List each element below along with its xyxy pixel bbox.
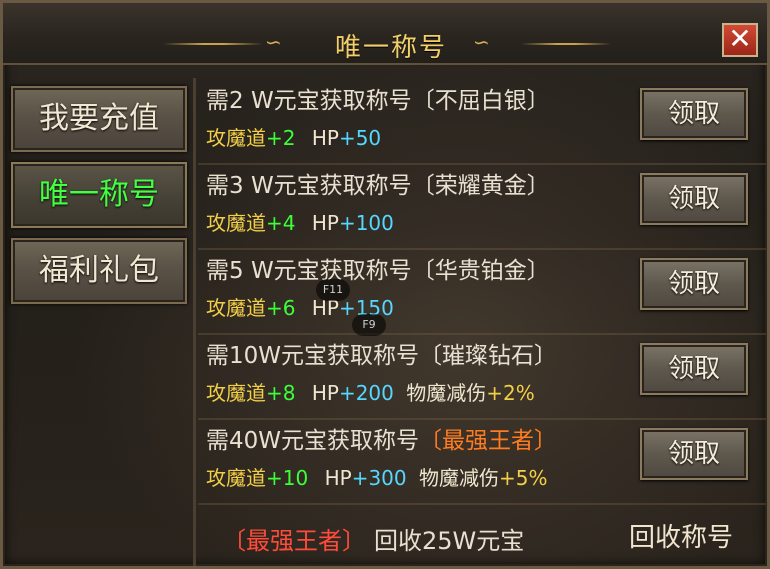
title-requirement: 需10W元宝获取称号〔璀璨钻石〕 bbox=[206, 339, 557, 373]
stat-value: +8 bbox=[266, 381, 296, 405]
dialog-title: 唯一称号 bbox=[334, 33, 447, 63]
sidebar-item-gift-pack[interactable]: 福利礼包 bbox=[11, 238, 187, 304]
title-stats: 攻魔道+2 HP+50 bbox=[206, 123, 381, 153]
stat-value: +4 bbox=[266, 211, 296, 235]
stat-name: 攻魔道 bbox=[206, 296, 266, 320]
hp-label: HP bbox=[324, 466, 352, 490]
stat-value: +10 bbox=[266, 466, 309, 490]
footer-recycle-text: 回收25W元宝 bbox=[374, 527, 525, 555]
title-decor-line-right bbox=[521, 43, 611, 45]
close-button[interactable]: ✕ bbox=[722, 23, 758, 57]
hp-label: HP bbox=[311, 211, 339, 235]
title-name: 〔荣耀黄金〕 bbox=[411, 173, 550, 199]
claim-button[interactable]: 领取 bbox=[640, 88, 748, 140]
extra-stat-name: 物魔减伤 bbox=[418, 466, 499, 490]
title-name: 〔华贵铂金〕 bbox=[411, 258, 550, 284]
requirement-text: 需40W元宝获取称号 bbox=[206, 428, 420, 454]
close-icon: ✕ bbox=[728, 22, 752, 55]
title-name: 〔不屈白银〕 bbox=[411, 88, 550, 114]
requirement-text: 需5 W元宝获取称号 bbox=[206, 258, 412, 284]
hp-label: HP bbox=[311, 381, 339, 405]
requirement-text: 需2 W元宝获取称号 bbox=[206, 88, 412, 114]
title-ornament-right: ∽ bbox=[473, 30, 490, 54]
title-requirement: 需2 W元宝获取称号〔不屈白银〕 bbox=[206, 84, 550, 118]
title-ornament-left: ∽ bbox=[265, 30, 282, 54]
title-row: 需2 W元宝获取称号〔不屈白银〕 攻魔道+2 HP+50 领取 bbox=[198, 78, 766, 165]
hp-value: +300 bbox=[351, 466, 407, 490]
title-row: 需10W元宝获取称号〔璀璨钻石〕 攻魔道+8 HP+200 物魔减伤+2% 领取 bbox=[198, 333, 766, 420]
footer-title-name: 〔最强王者〕 bbox=[222, 527, 366, 555]
stat-value: +2 bbox=[266, 126, 296, 150]
extra-stat-value: +2% bbox=[486, 381, 535, 405]
hotkey-hint-f11: F11 bbox=[316, 279, 350, 301]
claim-button[interactable]: 领取 bbox=[640, 173, 748, 225]
recycle-title-button[interactable]: 回收称号 bbox=[616, 515, 746, 561]
title-requirement: 需40W元宝获取称号〔最强王者〕 bbox=[206, 424, 557, 458]
hp-label: HP bbox=[311, 126, 339, 150]
title-name: 〔最强王者〕 bbox=[419, 428, 558, 454]
extra-stat-value: +5% bbox=[498, 466, 548, 490]
title-requirement: 需5 W元宝获取称号〔华贵铂金〕 bbox=[206, 254, 550, 288]
stat-name: 攻魔道 bbox=[206, 381, 266, 405]
stat-name: 攻魔道 bbox=[206, 466, 266, 490]
title-decor-line-left bbox=[163, 43, 263, 45]
claim-button[interactable]: 领取 bbox=[640, 258, 748, 310]
title-stats: 攻魔道+8 HP+200 物魔减伤+2% bbox=[206, 378, 535, 408]
title-row: 需3 W元宝获取称号〔荣耀黄金〕 攻魔道+4 HP+100 领取 bbox=[198, 163, 766, 250]
title-bar: ∽ 唯一称号 ∽ bbox=[3, 3, 767, 65]
stat-value: +6 bbox=[266, 296, 296, 320]
requirement-text: 需10W元宝获取称号 bbox=[206, 343, 420, 369]
title-stats: 攻魔道+10 HP+300 物魔减伤+5% bbox=[206, 463, 547, 493]
requirement-text: 需3 W元宝获取称号 bbox=[206, 173, 412, 199]
hp-value: +200 bbox=[338, 381, 394, 405]
title-requirement: 需3 W元宝获取称号〔荣耀黄金〕 bbox=[206, 169, 550, 203]
title-row: 需5 W元宝获取称号〔华贵铂金〕 攻魔道+6 HP+150 领取 bbox=[198, 248, 766, 335]
sidebar-item-recharge[interactable]: 我要充值 bbox=[11, 86, 187, 152]
title-row: 需40W元宝获取称号〔最强王者〕 攻魔道+10 HP+300 物魔减伤+5% 领… bbox=[198, 418, 766, 505]
stat-name: 攻魔道 bbox=[206, 211, 266, 235]
claim-button[interactable]: 领取 bbox=[640, 428, 748, 480]
sidebar-item-unique-title[interactable]: 唯一称号 bbox=[11, 162, 187, 228]
hp-value: +50 bbox=[338, 126, 382, 150]
hp-value: +100 bbox=[338, 211, 394, 235]
title-name: 〔璀璨钻石〕 bbox=[419, 343, 558, 369]
claim-button[interactable]: 领取 bbox=[640, 343, 748, 395]
title-stats: 攻魔道+4 HP+100 bbox=[206, 208, 394, 238]
hotkey-hint-f9: F9 bbox=[352, 314, 386, 336]
extra-stat-name: 物魔减伤 bbox=[406, 381, 487, 405]
content-divider bbox=[193, 78, 196, 566]
stat-name: 攻魔道 bbox=[206, 126, 266, 150]
